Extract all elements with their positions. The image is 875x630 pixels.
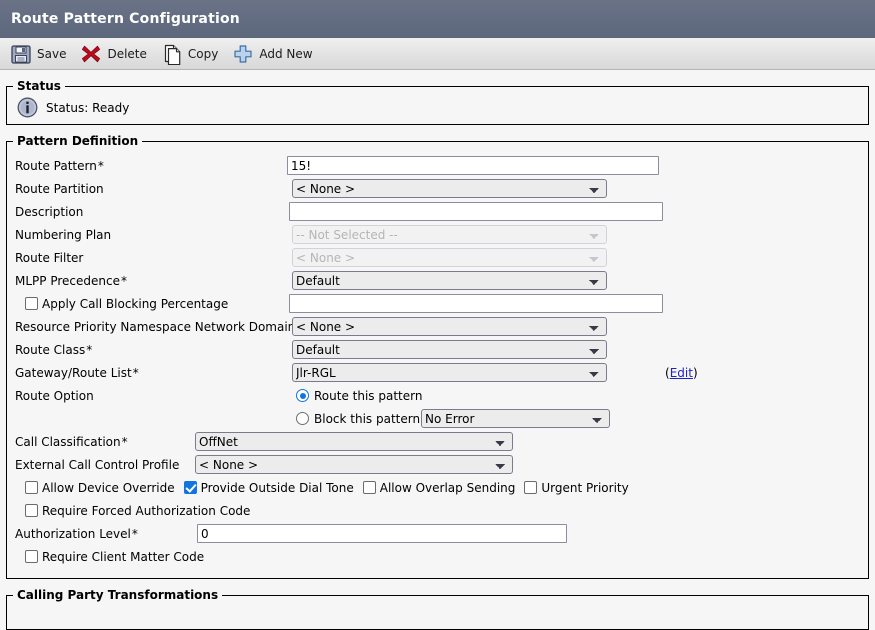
- allow-device-override-checkbox[interactable]: Allow Device Override: [25, 481, 175, 495]
- call-classification-select[interactable]: OffNet: [195, 432, 513, 451]
- pattern-definition-legend: Pattern Definition: [17, 134, 139, 148]
- add-new-button[interactable]: Add New: [232, 40, 313, 68]
- allow-device-override-checkbox-box: [25, 481, 38, 494]
- apply-call-blocking-input[interactable]: [289, 294, 663, 313]
- allow-device-override-label: Allow Device Override: [42, 480, 175, 495]
- block-this-pattern-radio-dot: [296, 412, 309, 425]
- resource-priority-domain-label: Resource Priority Namespace Network Doma…: [15, 319, 296, 334]
- external-call-control-profile-label: External Call Control Profile: [15, 457, 180, 472]
- row-description: Description: [7, 200, 868, 223]
- allow-overlap-sending-checkbox-box: [362, 481, 376, 494]
- numbering-plan-label: Numbering Plan: [15, 227, 112, 242]
- route-partition-label: Route Partition: [15, 181, 104, 196]
- gateway-route-list-label: Gateway/Route List: [15, 365, 132, 380]
- page-title: Route Pattern Configuration: [11, 11, 240, 27]
- route-option-label: Route Option: [15, 388, 94, 403]
- row-external-call-control-profile: External Call Control Profile < None >: [7, 453, 868, 476]
- red-x-icon: [82, 45, 101, 62]
- apply-call-blocking-checkbox-box: [25, 297, 38, 310]
- status-text: Status: Ready: [46, 100, 130, 115]
- row-route-pattern: Route Pattern *: [7, 154, 868, 177]
- mlpp-precedence-label: MLPP Precedence: [15, 273, 120, 288]
- row-gateway-route-list: Gateway/Route List * Jlr-RGL (Edit): [7, 361, 868, 384]
- gateway-route-list-select[interactable]: Jlr-RGL: [292, 363, 607, 382]
- row-mlpp-precedence: MLPP Precedence * Default: [7, 269, 868, 292]
- require-forced-auth-code-checkbox[interactable]: Require Forced Authorization Code: [25, 504, 250, 518]
- route-this-pattern-radio[interactable]: Route this pattern: [296, 389, 422, 403]
- provide-outside-dial-tone-checkbox-box: [183, 481, 197, 494]
- row-require-client-matter-code: Require Client Matter Code: [7, 545, 868, 568]
- pattern-definition-section: Pattern Definition Route Pattern* Route …: [6, 134, 869, 579]
- route-filter-select: < None >: [292, 248, 607, 267]
- allow-overlap-sending-label: Allow Overlap Sending: [379, 480, 516, 495]
- call-classification-label: Call Classification: [15, 434, 121, 449]
- block-this-pattern-radio[interactable]: Block this pattern: [296, 412, 420, 426]
- resource-priority-domain-select[interactable]: < None >: [292, 317, 607, 336]
- calling-party-transformations-legend: Calling Party Transformations: [17, 588, 219, 602]
- mlpp-precedence-select[interactable]: Default: [292, 271, 607, 290]
- row-resource-priority-domain: Resource Priority Namespace Network Doma…: [7, 315, 868, 338]
- row-route-partition: Route Partition < None >: [7, 177, 868, 200]
- apply-call-blocking-label: Apply Call Blocking Percentage: [42, 296, 229, 311]
- add-new-label: Add New: [259, 46, 313, 61]
- route-filter-label: Route Filter: [15, 250, 84, 265]
- window-titlebar: Route Pattern Configuration: [0, 0, 875, 38]
- save-button[interactable]: Save: [10, 40, 66, 68]
- toolbar: Save Delete Copy Add New: [0, 38, 875, 70]
- require-client-matter-code-label: Require Client Matter Code: [42, 549, 205, 564]
- require-forced-auth-code-label: Require Forced Authorization Code: [42, 503, 251, 518]
- blue-plus-icon: [234, 44, 252, 63]
- require-client-matter-code-checkbox[interactable]: Require Client Matter Code: [25, 550, 204, 564]
- row-route-class: Route Class * Default: [7, 338, 868, 361]
- row-apply-call-blocking: Apply Call Blocking Percentage: [7, 292, 868, 315]
- numbering-plan-select: -- Not Selected --: [292, 225, 607, 244]
- status-row: Status: Ready: [7, 93, 868, 118]
- copy-button[interactable]: Copy: [161, 40, 218, 68]
- row-route-filter: Route Filter < None >: [7, 246, 868, 269]
- route-partition-select[interactable]: < None >: [292, 179, 607, 198]
- route-pattern-label: Route Pattern: [15, 158, 97, 173]
- authorization-level-label: Authorization Level: [15, 526, 131, 541]
- status-legend: Status: [17, 79, 61, 93]
- edit-paren-close: ): [692, 365, 698, 380]
- allow-overlap-sending-checkbox[interactable]: Allow Overlap Sending: [362, 480, 516, 495]
- row-block-option: Block this pattern No Error: [7, 407, 868, 430]
- row-call-classification: Call Classification * OffNet: [7, 430, 868, 453]
- delete-label: Delete: [107, 46, 147, 61]
- description-label: Description: [15, 204, 84, 219]
- authorization-level-input[interactable]: [197, 524, 567, 543]
- row-numbering-plan: Numbering Plan -- Not Selected --: [7, 223, 868, 246]
- row-option-checkboxes: Allow Device Override Provide Outside Di…: [7, 476, 868, 499]
- block-this-pattern-label: Block this pattern: [314, 411, 421, 426]
- urgent-priority-checkbox[interactable]: Urgent Priority: [524, 480, 629, 495]
- require-forced-auth-code-checkbox-box: [25, 504, 38, 517]
- info-icon: [17, 97, 38, 118]
- row-require-forced-auth-code: Require Forced Authorization Code: [7, 499, 868, 522]
- calling-party-transformations-section: Calling Party Transformations: [6, 588, 869, 630]
- provide-outside-dial-tone-label: Provide Outside Dial Tone: [200, 480, 354, 495]
- provide-outside-dial-tone-checkbox[interactable]: Provide Outside Dial Tone: [183, 480, 354, 495]
- row-authorization-level: Authorization Level *: [7, 522, 868, 545]
- route-this-pattern-radio-dot: [296, 389, 309, 402]
- apply-call-blocking-checkbox[interactable]: Apply Call Blocking Percentage: [25, 297, 228, 311]
- floppy-disk-icon: [11, 44, 31, 64]
- require-client-matter-code-checkbox-box: [25, 550, 38, 563]
- urgent-priority-label: Urgent Priority: [541, 480, 629, 495]
- delete-button[interactable]: Delete: [80, 40, 147, 68]
- copy-label: Copy: [187, 46, 219, 61]
- route-class-select[interactable]: Default: [292, 340, 607, 359]
- external-call-control-profile-select[interactable]: < None >: [195, 455, 513, 474]
- description-input[interactable]: [289, 202, 663, 221]
- route-pattern-input[interactable]: [287, 156, 659, 175]
- gateway-route-list-edit-link[interactable]: Edit: [670, 366, 693, 380]
- urgent-priority-checkbox-box: [524, 481, 538, 494]
- block-reason-select[interactable]: No Error: [421, 409, 610, 428]
- copy-document-icon: [164, 44, 181, 65]
- route-this-pattern-label: Route this pattern: [314, 388, 423, 403]
- row-route-option: Route Option Route this pattern: [7, 384, 868, 407]
- save-label: Save: [37, 46, 67, 61]
- route-class-label: Route Class: [15, 342, 86, 357]
- status-section: Status Status: Ready: [6, 79, 869, 125]
